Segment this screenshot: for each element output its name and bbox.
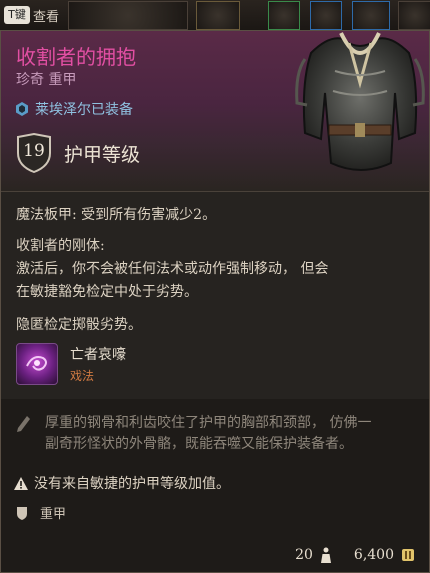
armor-class-label: 护甲等级 bbox=[64, 143, 141, 166]
item-category: 重甲 bbox=[48, 72, 77, 88]
armor-type-row: 重甲 bbox=[16, 503, 66, 522]
heavy-armor-icon bbox=[17, 506, 27, 520]
armor-type-label: 重甲 bbox=[40, 507, 67, 522]
stealth-disadvantage: 隐匿检定掷骰劣势。 bbox=[16, 317, 142, 333]
gold-coin-icon bbox=[402, 549, 414, 561]
item-rarity-category: 珍奇 重甲 bbox=[16, 69, 76, 89]
warning-text: 没有来自敏捷的护甲等级加值。 bbox=[34, 476, 230, 492]
item-slot[interactable] bbox=[196, 1, 240, 30]
armor-image bbox=[295, 32, 425, 171]
item-rarity: 珍奇 bbox=[16, 72, 44, 88]
flavor-quill-icon bbox=[17, 416, 30, 432]
tooltip-header: 收割者的拥抱 珍奇 重甲 莱埃泽尔已装备 19 护甲等级 bbox=[1, 31, 429, 191]
wail-spell-icon[interactable] bbox=[16, 343, 58, 385]
flavor-line2: 副奇形怪状的外骨骼，既能吞噬又能保护装备者。 bbox=[45, 436, 353, 452]
divider bbox=[1, 191, 429, 192]
item-slot[interactable] bbox=[68, 1, 188, 30]
ability-title: 收割者的刚体: bbox=[16, 238, 105, 254]
ability-desc-line2: 在敏捷豁免检定中处于劣势。 bbox=[16, 284, 198, 300]
item-footer: 20 6,400 bbox=[295, 547, 415, 563]
warning-icon bbox=[14, 476, 28, 490]
price-value: 6,400 bbox=[353, 547, 394, 563]
item-tooltip: 收割者的拥抱 珍奇 重甲 莱埃泽尔已装备 19 护甲等级 魔法板甲: 受到所有伤… bbox=[0, 30, 430, 573]
equipped-text: 莱埃泽尔已装备 bbox=[35, 102, 133, 118]
property-magic-plate: 魔法板甲: 受到所有伤害减少2。 bbox=[16, 207, 217, 223]
flavor-text: 厚重的钢骨和利齿咬住了护甲的胸部和颈部， 仿佛一 副奇形怪状的外骨骼，既能吞噬又… bbox=[45, 413, 415, 455]
spell-type: 戏法 bbox=[70, 369, 95, 383]
t-key-hint[interactable]: T键 bbox=[4, 6, 30, 24]
ability-desc-line1: 激活后，你不会被任何法术或动作强制移动， 但会 bbox=[16, 261, 329, 277]
dex-warning: 没有来自敏捷的护甲等级加值。 bbox=[14, 473, 230, 493]
granted-spell[interactable]: 亡者哀嚎 戏法 bbox=[16, 343, 126, 385]
armor-class-shield-icon: 19 bbox=[16, 133, 52, 173]
weight-value: 20 bbox=[295, 547, 313, 563]
equipped-icon bbox=[16, 102, 28, 116]
item-name: 收割者的拥抱 bbox=[16, 45, 136, 69]
equipped-status: 莱埃泽尔已装备 bbox=[16, 99, 133, 119]
weight-icon bbox=[320, 547, 331, 563]
inspect-label[interactable]: 查看 bbox=[33, 6, 59, 25]
armor-class-row: 19 护甲等级 bbox=[16, 133, 140, 173]
armor-class-value: 19 bbox=[23, 141, 45, 161]
flavor-line1: 厚重的钢骨和利齿咬住了护甲的胸部和颈部， 仿佛一 bbox=[45, 415, 372, 431]
spell-name: 亡者哀嚎 bbox=[70, 347, 126, 363]
tooltip-lower-section: 厚重的钢骨和利齿咬住了护甲的胸部和颈部， 仿佛一 副奇形怪状的外骨骼，既能吞噬又… bbox=[1, 399, 429, 572]
